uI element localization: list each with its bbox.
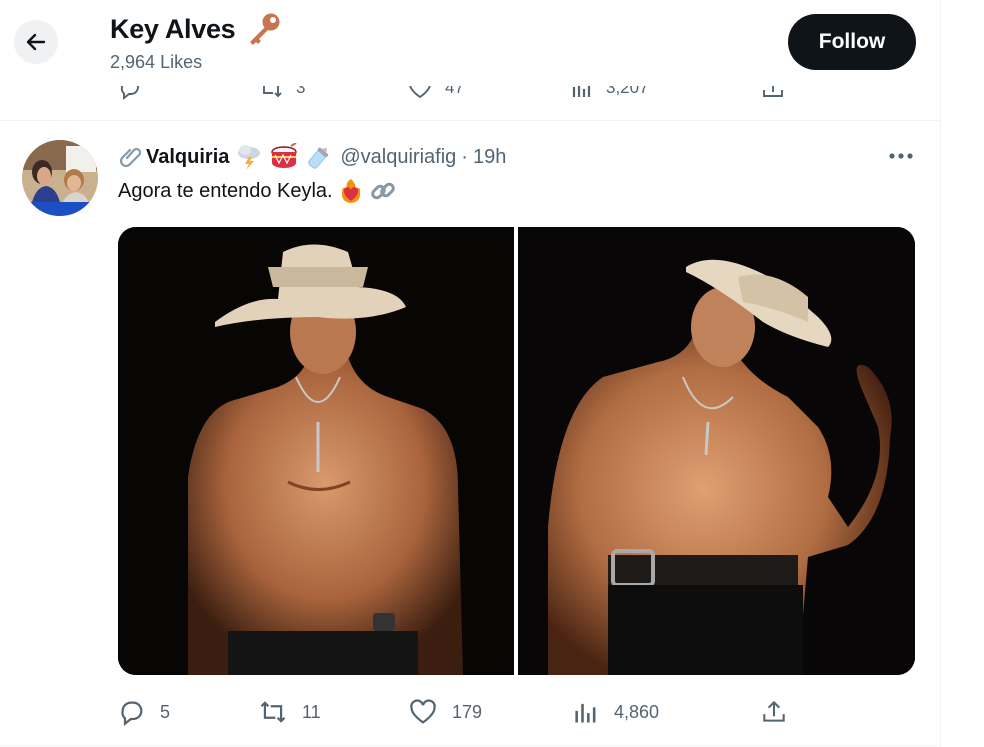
baby-bottle-emoji-icon	[304, 143, 334, 171]
arrow-left-icon	[26, 33, 46, 51]
retweet-icon	[263, 86, 282, 98]
share-icon	[763, 86, 783, 97]
prev-like-button[interactable]: 47	[407, 86, 464, 100]
tweet-photo-2[interactable]	[518, 227, 915, 675]
prev-retweet-button[interactable]: 3	[258, 86, 305, 100]
heart-icon	[410, 699, 436, 724]
right-pane	[941, 0, 984, 747]
views-icon	[575, 703, 596, 723]
retweet-icon	[260, 701, 286, 723]
link-emoji-icon	[369, 177, 397, 205]
views-icon	[572, 86, 591, 97]
more-options-button[interactable]	[884, 143, 918, 169]
reply-icon	[121, 701, 143, 726]
reply-count: 5	[160, 701, 171, 722]
avatar[interactable]	[22, 140, 98, 216]
prev-reply-button[interactable]	[118, 86, 142, 100]
heart-on-fire-emoji-icon	[337, 177, 365, 205]
key-emoji-icon	[243, 11, 283, 47]
tweet-bottom-divider	[0, 745, 940, 746]
retweet-button[interactable]: 11	[258, 690, 321, 734]
prev-views-count: 3,207	[606, 86, 649, 97]
profile-name-text: Key Alves	[110, 13, 236, 44]
tweet-media-grid	[118, 227, 915, 675]
reply-button[interactable]: 5	[118, 690, 170, 734]
share-button[interactable]	[760, 690, 788, 734]
drum-emoji-icon	[269, 142, 299, 171]
likes-label: Likes	[160, 52, 203, 72]
follow-button[interactable]: Follow	[788, 14, 916, 70]
share-icon	[763, 700, 785, 722]
like-count: 179	[452, 701, 483, 722]
tweet-header: Valquiria @valquiriafig · 19h	[118, 142, 506, 172]
profile-header: Key Alves 2,964 Likes Follow	[0, 0, 940, 86]
profile-name: Key Alves	[110, 11, 283, 47]
back-button[interactable]	[14, 20, 58, 64]
like-button[interactable]: 179	[408, 690, 482, 734]
previous-tweet-actions: 3 47 3,207	[0, 86, 940, 120]
likes-count-line: 2,964 Likes	[110, 52, 202, 73]
prev-retweet-count: 3	[296, 86, 306, 97]
views-count: 4,860	[614, 701, 660, 722]
reply-icon	[120, 86, 139, 100]
prev-like-count: 47	[445, 86, 464, 97]
retweet-count: 11	[302, 701, 321, 722]
prev-views-button[interactable]: 3,207	[570, 86, 649, 100]
tweet-actions: 5 11 179 4,860	[0, 690, 940, 734]
views-button[interactable]: 4,860	[572, 690, 659, 734]
display-name[interactable]: Valquiria	[146, 146, 229, 169]
cloud-lightning-emoji-icon	[234, 143, 264, 171]
header-separator: ·	[461, 145, 468, 168]
tweet-divider	[0, 120, 940, 121]
tweet-time[interactable]: 19h	[473, 146, 506, 169]
paperclip-emoji-icon	[118, 144, 144, 170]
prev-share-button[interactable]	[760, 86, 786, 100]
tweet-handle[interactable]: @valquiriafig	[340, 146, 456, 169]
tweet-text: Agora te entendo Keyla.	[118, 177, 397, 205]
heart-icon	[409, 86, 431, 99]
likes-count: 2,964	[110, 52, 156, 72]
more-horizontal-icon	[889, 153, 913, 159]
tweet-text-body: Agora te entendo Keyla.	[118, 179, 333, 202]
tweet-photo-1[interactable]	[118, 227, 514, 675]
timeline-column: 3 47 3,207 Key Alves 2,964 Likes Follow …	[0, 0, 941, 747]
